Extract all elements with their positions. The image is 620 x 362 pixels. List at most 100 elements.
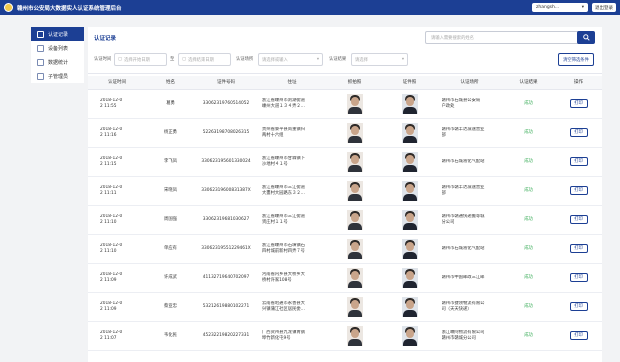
id-photo[interactable] <box>401 238 418 259</box>
person-name: 葛勇 <box>146 89 195 119</box>
sidebar-item-devices[interactable]: 设备列表 <box>31 41 84 55</box>
capture-photo[interactable] <box>346 238 363 259</box>
column-header: 抓拍照 <box>327 76 382 90</box>
capture-photo[interactable] <box>346 122 363 143</box>
table-row: 2018-12-0 2 11:09 蔡亚忠 53212619880102271 云南省… <box>88 292 602 322</box>
id-number: 33062319600831387X <box>195 176 257 206</box>
capture-photo[interactable] <box>346 209 363 230</box>
person-name: 单应有 <box>146 234 195 264</box>
id-number: 33062319760514052 <box>195 89 257 119</box>
status-badge: 成功 <box>502 263 555 293</box>
admin-icon <box>37 72 44 80</box>
person-name: 周国强 <box>146 205 195 235</box>
clear-filters-button[interactable]: 清空筛选条件 <box>558 53 594 66</box>
sidebar-item-admins[interactable]: 子管理员 <box>31 69 84 83</box>
capture-photo[interactable] <box>346 325 363 346</box>
capture-photo[interactable] <box>346 93 363 114</box>
id-photo[interactable] <box>401 325 418 346</box>
record-time: 2018-12-0 2 11:09 <box>100 271 123 283</box>
search-icon <box>582 34 590 41</box>
id-photo[interactable] <box>401 122 418 143</box>
status-badge: 成功 <box>502 147 555 177</box>
chevron-down-icon: ▾ <box>401 57 404 62</box>
print-button[interactable]: 打印 <box>569 186 588 195</box>
status-badge: 成功 <box>502 176 555 206</box>
search-input[interactable]: 请输入需要搜索的姓名 <box>425 31 582 44</box>
print-button[interactable]: 打印 <box>569 157 588 166</box>
table-row: 2018-12-0 2 11:16 杨正勇 52263198708026315 贵州省… <box>88 118 602 148</box>
capture-photo[interactable] <box>346 267 363 288</box>
print-button[interactable]: 打印 <box>569 273 588 282</box>
capture-photo[interactable] <box>346 151 363 172</box>
table-row: 2018-12-0 2 11:07 韦化民 45232219820227331 广西贺… <box>88 321 602 351</box>
sidebar-item-statistics[interactable]: 数据统计 <box>31 55 84 69</box>
logout-button[interactable]: 退出登录 <box>592 3 616 12</box>
table-row: 2018-12-0 2 11:15 李飞凤 330623195601330024 浙江… <box>88 147 602 177</box>
sidebar-item-records[interactable]: 认证记录 <box>31 27 84 41</box>
column-header: 住址 <box>257 76 327 90</box>
id-photo[interactable] <box>401 151 418 172</box>
column-header: 姓名 <box>146 76 195 90</box>
records-table: 认证时间 姓名 证件号码 住址 抓拍照 证件照 认证场所 认证结果 操作 201… <box>88 76 602 351</box>
auth-place: 赣州市赣丰达减速营业 部 <box>441 184 485 196</box>
start-date-picker[interactable]: ▢ 选择开始日期 <box>114 53 167 66</box>
capture-photo[interactable] <box>346 180 363 201</box>
sidebar: 认证记录 设备列表 数据统计 子管理员 <box>31 27 84 83</box>
status-badge: 成功 <box>502 205 555 235</box>
device-icon <box>37 44 44 52</box>
column-header: 证件号码 <box>195 76 257 90</box>
column-header: 认证时间 <box>88 76 146 90</box>
person-name: 杨正勇 <box>146 118 195 148</box>
address: 浙江省嵊州市三江街道 大畫村大园路东３２… <box>262 184 305 196</box>
record-time: 2018-12-0 2 11:16 <box>100 126 123 138</box>
status-badge: 成功 <box>502 89 555 119</box>
id-photo[interactable] <box>401 93 418 114</box>
page-title: 认证记录 <box>94 36 117 42</box>
id-photo[interactable] <box>401 267 418 288</box>
print-button[interactable]: 打印 <box>569 331 588 340</box>
address: 浙江省嵊州市剡湖街道 嵊州大道１３４弄２… <box>262 97 305 109</box>
person-name: 韦化民 <box>146 321 195 351</box>
place-select-placeholder: 请选择或输入 <box>262 57 288 63</box>
table-row: 2018-12-0 2 11:55 葛勇 33062319760514052 浙江省嵊… <box>88 89 602 119</box>
auth-place: 赣州市石城液化气配站 <box>441 158 485 164</box>
print-button[interactable]: 打印 <box>569 244 588 253</box>
time-filter-label: 认证时间 <box>94 57 112 62</box>
id-photo[interactable] <box>401 296 418 317</box>
print-button[interactable]: 打印 <box>569 215 588 224</box>
calendar-icon: ▢ <box>118 57 123 62</box>
record-time: 2018-12-0 2 11:10 <box>100 242 123 254</box>
date-range-separator: 至 <box>170 57 175 62</box>
search-button[interactable] <box>577 31 595 44</box>
record-time: 2018-12-0 2 11:09 <box>100 300 123 312</box>
address: 浙江省嵊州市甘霖镇下 沙地村４１号 <box>262 155 305 167</box>
record-time: 2018-12-0 2 11:11 <box>100 184 123 196</box>
top-bar: 赣州市公安局大数据实人认证系统管理后台 zhangsh... ▾ 退出登录 <box>0 0 620 15</box>
table-row: 2018-12-0 2 11:11 宋晓凤 33062319600831387X 浙江… <box>88 176 602 206</box>
id-number: 41132719640702097 <box>195 263 257 293</box>
address: 浙江省嵊州市石璜镇石 四村城前新村四弄７号 <box>262 242 305 254</box>
address: 浙江省嵊州市三江街道 贤庄村１１号 <box>262 213 305 225</box>
id-photo[interactable] <box>401 180 418 201</box>
print-button[interactable]: 打印 <box>569 128 588 137</box>
user-menu[interactable]: zhangsh... ▾ <box>532 3 588 12</box>
result-select-placeholder: 请选择 <box>355 57 368 63</box>
print-button[interactable]: 打印 <box>569 99 588 108</box>
end-date-picker[interactable]: ▢ 选择结束日期 <box>178 53 231 66</box>
column-header: 认证场所 <box>437 76 502 90</box>
status-badge: 成功 <box>502 321 555 351</box>
sidebar-item-label: 数据统计 <box>48 59 69 66</box>
id-number: 330623195601330024 <box>195 147 257 177</box>
address: 云南省昭通市永善县大 兴镇蒲江社区居民委… <box>262 300 305 312</box>
column-header: 证件照 <box>382 76 437 90</box>
record-time: 2018-12-0 2 11:07 <box>100 329 123 341</box>
result-select[interactable]: 请选择 ▾ <box>351 53 408 66</box>
person-name: 李飞凤 <box>146 147 195 177</box>
print-button[interactable]: 打印 <box>569 302 588 311</box>
place-select[interactable]: 请选择或输入 ▾ <box>258 53 323 66</box>
auth-place: 赣州市捷领物流有限公 司（天天快递） <box>441 300 485 312</box>
start-date-placeholder: 选择开始日期 <box>124 57 150 63</box>
id-photo[interactable] <box>401 209 418 230</box>
chevron-down-icon: ▾ <box>316 57 319 62</box>
capture-photo[interactable] <box>346 296 363 317</box>
